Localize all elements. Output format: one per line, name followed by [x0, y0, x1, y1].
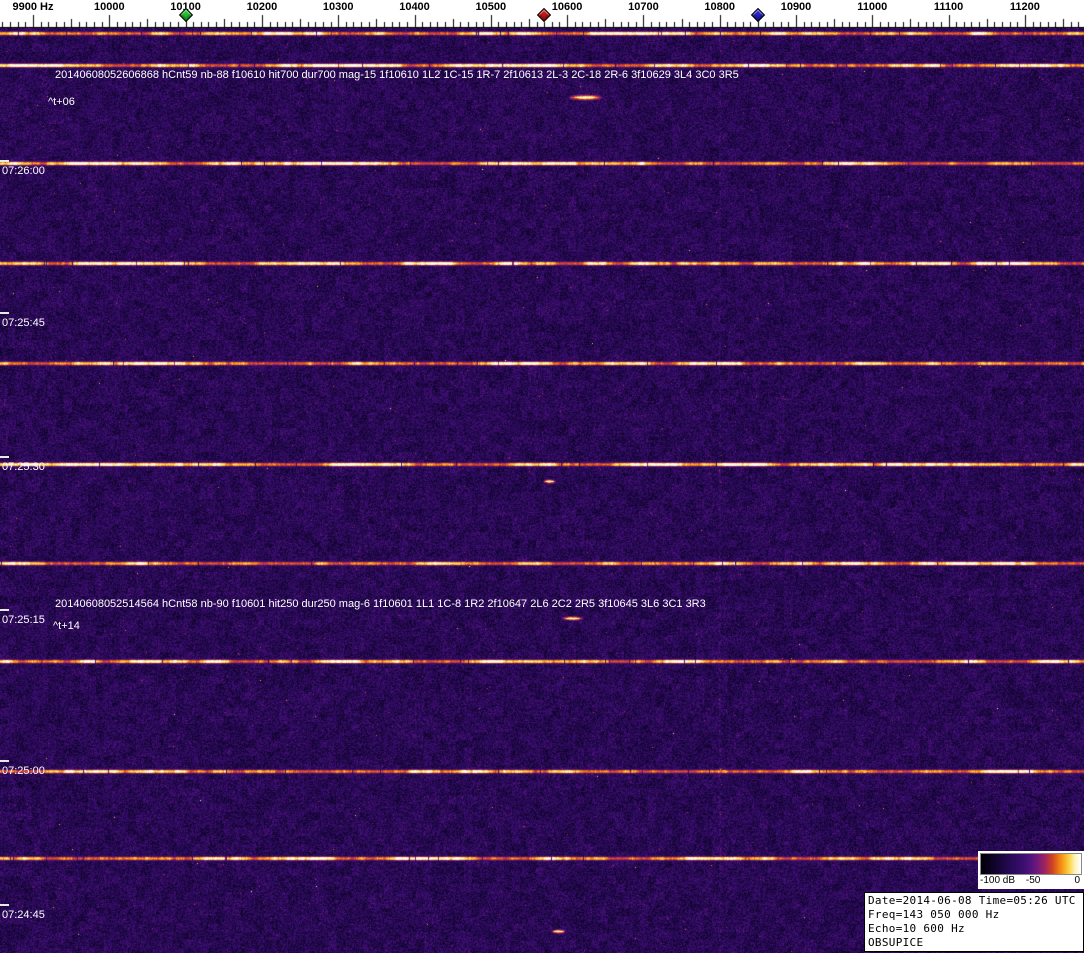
info-station-line: OBSUPICE	[868, 936, 924, 949]
info-frequency-line: Freq=143 050 000 Hz	[868, 908, 1000, 921]
freq-tick-label: 10800	[704, 1, 735, 13]
colormap-gradient	[980, 853, 1082, 875]
time-label: 07:25:15	[2, 614, 45, 626]
spectrogram-waterfall[interactable]: -100 dB -50 0 Date=2014-06-08 Time=05:26…	[0, 28, 1084, 953]
time-tick	[0, 609, 9, 611]
colormap-legend: -100 dB -50 0	[978, 851, 1084, 889]
radio-meteor-spectrogram-window: 9900 Hz100001010010200103001040010500106…	[0, 0, 1084, 953]
time-tick	[0, 160, 9, 162]
freq-tick-label: 11100	[933, 1, 964, 13]
legend-mid-label: -50	[1025, 875, 1041, 886]
freq-tick-label: 10600	[551, 1, 583, 13]
detection-annotation: 20140608052606868 hCnt59 nb-88 f10610 hi…	[55, 69, 739, 81]
legend-min-label: -100 dB	[980, 875, 1016, 886]
freq-tick-label: 11200	[1009, 1, 1040, 13]
observation-info-box: Date=2014-06-08 Time=05:26 UTC Freq=143 …	[864, 892, 1084, 952]
time-label: 07:26:00	[2, 165, 45, 177]
detection-annotation: ^t+14	[53, 620, 80, 632]
freq-tick-label: 11000	[857, 1, 888, 13]
freq-tick-label: 10000	[94, 1, 125, 13]
freq-tick-label: 10900	[780, 1, 812, 13]
colormap-legend-labels: -100 dB -50 0	[978, 875, 1084, 889]
freq-tick-label: 10200	[246, 1, 278, 13]
detection-annotation: ^t+06	[48, 96, 75, 108]
detection-annotation: 20140608052514564 hCnt58 nb-90 f10601 hi…	[55, 598, 706, 610]
spectrogram-overlay: -100 dB -50 0 Date=2014-06-08 Time=05:26…	[0, 28, 1084, 953]
time-label: 07:24:45	[2, 909, 45, 921]
time-label: 07:25:00	[2, 765, 45, 777]
freq-tick-label: 10700	[628, 1, 659, 13]
info-echo-line: Echo=10 600 Hz	[868, 922, 965, 935]
info-date-time-line: Date=2014-06-08 Time=05:26 UTC	[868, 894, 1076, 907]
freq-tick-label: 10400	[399, 1, 430, 13]
time-tick	[0, 312, 9, 314]
time-tick	[0, 456, 9, 458]
time-tick	[0, 904, 9, 906]
time-label: 07:25:30	[2, 461, 45, 473]
frequency-ruler[interactable]: 9900 Hz100001010010200103001040010500106…	[0, 0, 1084, 28]
time-tick	[0, 760, 9, 762]
legend-max-label: 0	[1074, 875, 1080, 886]
freq-tick-label: 10300	[322, 1, 354, 13]
time-label: 07:25:45	[2, 317, 45, 329]
freq-tick-label: 10500	[475, 1, 507, 13]
freq-tick-label: 9900 Hz	[12, 1, 54, 13]
